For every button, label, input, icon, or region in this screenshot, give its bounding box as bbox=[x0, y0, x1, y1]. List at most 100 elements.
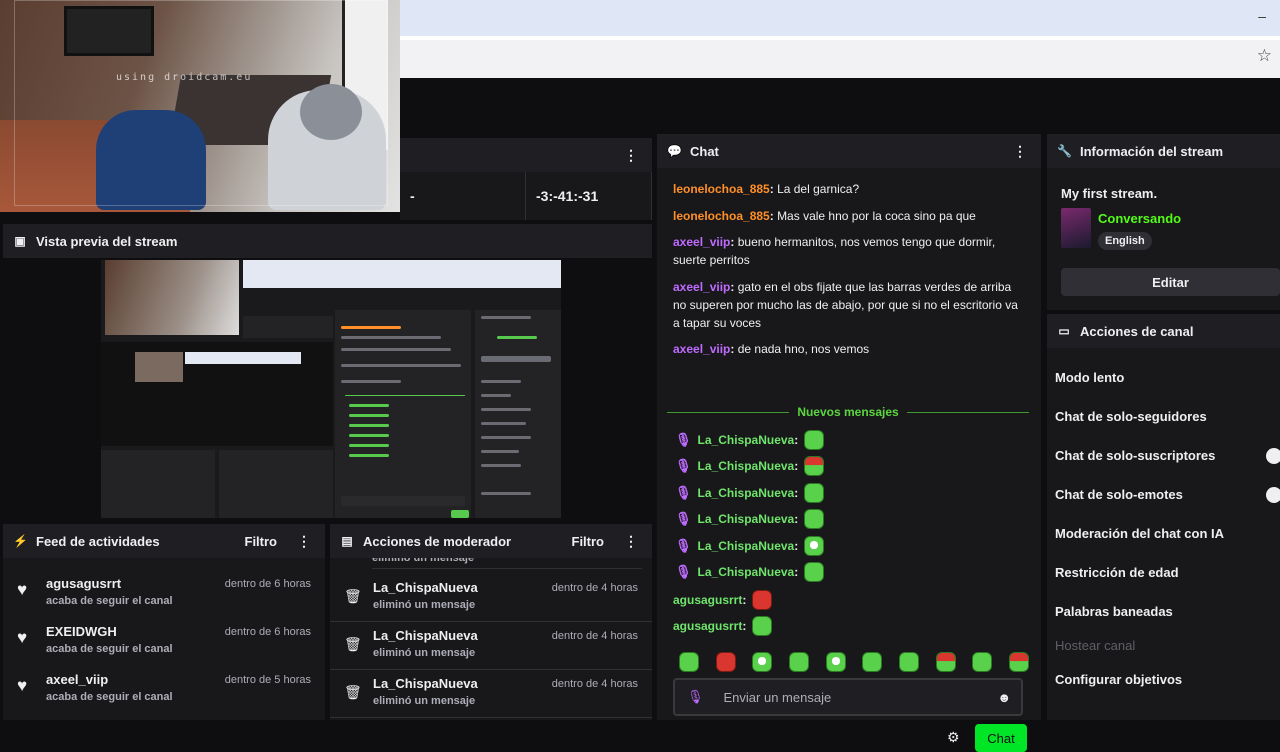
activity-feed-panel: ⚡ Feed de actividades Filtro ⋮ ♥ agusagu… bbox=[3, 524, 325, 720]
action-banned-words[interactable]: Palabras baneadas bbox=[1055, 604, 1280, 619]
preview-video[interactable] bbox=[101, 260, 561, 518]
browser-address-bar[interactable] bbox=[400, 36, 1280, 78]
list-item[interactable]: 🗑 La_ChispaNueva eliminó un mensaje dent… bbox=[330, 670, 652, 718]
emote-icon[interactable] bbox=[935, 652, 956, 672]
emotes-only-toggle[interactable] bbox=[1266, 487, 1280, 503]
chat-username[interactable]: La_ChispaNueva bbox=[698, 433, 795, 447]
chat-message: agusagusrrt: bbox=[673, 616, 773, 636]
actions-body: Modo lento Chat de solo-seguidores Chat … bbox=[1047, 348, 1280, 720]
feed-header: ⚡ Feed de actividades Filtro ⋮ bbox=[3, 524, 325, 558]
list-item[interactable]: ♥ EXEIDWGH acaba de seguir el canal dent… bbox=[3, 618, 325, 666]
gear-icon[interactable]: ⚙ bbox=[947, 729, 960, 746]
chat-username[interactable]: axeel_viip bbox=[673, 280, 730, 294]
emote-icon[interactable] bbox=[1008, 652, 1029, 672]
new-messages-divider[interactable]: Nuevos mensajes bbox=[667, 404, 1030, 420]
info-title: Información del stream bbox=[1080, 143, 1224, 159]
mic-badge-icon: 🎙 bbox=[675, 564, 692, 579]
emote-icon[interactable] bbox=[788, 652, 809, 672]
bookmark-star-icon[interactable]: ☆ bbox=[1257, 46, 1272, 66]
edit-button[interactable]: Editar bbox=[1061, 268, 1280, 296]
chat-message: 🎙 La_ChispaNueva: bbox=[675, 456, 825, 476]
chat-message: axeel_viip: de nada hno, nos vemos bbox=[673, 342, 870, 356]
mod-filter-button[interactable]: Filtro bbox=[572, 534, 605, 549]
action-slow-mode[interactable]: Modo lento bbox=[1055, 370, 1280, 385]
mod-header: ▤ Acciones de moderador Filtro ⋮ bbox=[330, 524, 652, 558]
emote-icon[interactable] bbox=[825, 652, 846, 672]
document-icon: ▤ bbox=[341, 534, 353, 548]
mod-time: dentro de 4 horas bbox=[551, 582, 638, 594]
emote-picker-row bbox=[673, 652, 1029, 672]
chat-username[interactable]: La_ChispaNueva bbox=[698, 512, 795, 526]
action-set-goals[interactable]: Configurar objetivos bbox=[1055, 672, 1280, 687]
feed-filter-button[interactable]: Filtro bbox=[245, 534, 278, 549]
emote-icon[interactable] bbox=[752, 652, 773, 672]
action-subscribers-only[interactable]: Chat de solo-suscriptores bbox=[1055, 448, 1280, 463]
chat-text: Mas vale hno por la coca sino pa que bbox=[777, 209, 976, 223]
chat-message: 🎙 La_ChispaNueva: bbox=[675, 483, 825, 503]
list-item[interactable]: 🗑 La_ChispaNueva eliminó un mensaje dent… bbox=[330, 574, 652, 622]
emote-icon bbox=[804, 456, 825, 476]
action-emotes-only[interactable]: Chat de solo-emotes bbox=[1055, 487, 1280, 502]
chat-username[interactable]: La_ChispaNueva bbox=[698, 459, 795, 473]
emote-icon bbox=[752, 590, 773, 610]
moderator-actions-panel: ▤ Acciones de moderador Filtro ⋮ eliminó… bbox=[330, 524, 652, 720]
heart-icon: ♥ bbox=[17, 676, 28, 695]
emote-icon[interactable] bbox=[972, 652, 993, 672]
chat-username[interactable]: axeel_viip bbox=[673, 235, 730, 249]
stats-header: ⋮ bbox=[400, 138, 652, 172]
chat-username[interactable]: La_ChispaNueva bbox=[698, 539, 795, 553]
language-tag[interactable]: English bbox=[1098, 232, 1152, 250]
chat-message: leonelochoa_885: Mas vale hno por la coc… bbox=[673, 209, 976, 223]
emote-icon[interactable] bbox=[679, 652, 699, 672]
minimize-icon[interactable]: – bbox=[1258, 8, 1266, 24]
kebab-menu-icon[interactable]: ⋮ bbox=[620, 533, 642, 550]
feed-title: Feed de actividades bbox=[36, 533, 160, 549]
chat-username[interactable]: La_ChispaNueva bbox=[698, 486, 795, 500]
bolt-icon: ⚡ bbox=[13, 534, 28, 548]
emote-icon[interactable] bbox=[898, 652, 919, 672]
heart-icon: ♥ bbox=[17, 628, 28, 647]
action-ai-moderation[interactable]: Moderación del chat con IA bbox=[1055, 526, 1280, 541]
chat-username[interactable]: leonelochoa_885 bbox=[673, 209, 770, 223]
action-followers-only[interactable]: Chat de solo-seguidores bbox=[1055, 409, 1280, 424]
action-age-restriction[interactable]: Restricción de edad bbox=[1055, 565, 1280, 580]
channel-actions-panel: ▭ Acciones de canal Modo lento Chat de s… bbox=[1047, 314, 1280, 720]
list-item[interactable]: ♥ axeel_viip acaba de seguir el canal de… bbox=[3, 666, 325, 714]
send-chat-button[interactable]: Chat bbox=[975, 724, 1027, 752]
feed-time: dentro de 6 horas bbox=[224, 578, 311, 590]
chat-username[interactable]: leonelochoa_885 bbox=[673, 182, 770, 196]
stream-stats: ⋮ - -3:-41:-31 bbox=[400, 138, 652, 220]
mod-time: dentro de 4 horas bbox=[551, 678, 638, 690]
chat-username[interactable]: agusagusrrt bbox=[673, 593, 742, 607]
actions-title: Acciones de canal bbox=[1080, 323, 1194, 339]
chat-username[interactable]: axeel_viip bbox=[673, 342, 730, 356]
chat-panel: 💬 Chat ⋮ leonelochoa_885: La del garnica… bbox=[657, 134, 1041, 752]
chat-bubble-icon: 💬 bbox=[667, 144, 682, 158]
wrench-icon: 🔧 bbox=[1057, 144, 1072, 158]
emote-icon[interactable] bbox=[862, 652, 883, 672]
emote-icon bbox=[804, 483, 825, 503]
chat-message: axeel_viip: bueno hermanitos, nos vemos … bbox=[673, 235, 996, 267]
stream-category[interactable]: Conversando bbox=[1098, 211, 1181, 226]
mic-icon[interactable]: 🎙 bbox=[687, 689, 704, 705]
info-header: 🔧 Información del stream bbox=[1047, 134, 1280, 168]
list-item[interactable]: ♥ agusagusrrt acaba de seguir el canal d… bbox=[3, 570, 325, 618]
emote-icon bbox=[804, 536, 825, 556]
stream-preview-panel: ▣ Vista previa del stream bbox=[3, 224, 652, 520]
card-icon: ▭ bbox=[1058, 324, 1070, 338]
subscribers-only-toggle[interactable] bbox=[1266, 448, 1280, 464]
feed-list: ♥ agusagusrrt acaba de seguir el canal d… bbox=[3, 558, 325, 714]
kebab-menu-icon[interactable]: ⋮ bbox=[1009, 143, 1031, 160]
chat-input[interactable]: 🎙 Enviar un mensaje ☻ bbox=[673, 678, 1023, 716]
chat-username[interactable]: La_ChispaNueva bbox=[698, 565, 795, 579]
chat-username[interactable]: agusagusrrt bbox=[673, 619, 742, 633]
emote-icon bbox=[752, 616, 773, 636]
stream-timer: -3:-41:-31 bbox=[526, 172, 652, 220]
emoji-icon[interactable]: ☻ bbox=[997, 690, 1011, 705]
kebab-menu-icon[interactable]: ⋮ bbox=[620, 147, 642, 164]
emote-icon[interactable] bbox=[715, 652, 736, 672]
heart-icon: ♥ bbox=[17, 580, 28, 599]
kebab-menu-icon[interactable]: ⋮ bbox=[293, 533, 315, 550]
dashboard-top-area bbox=[400, 78, 1280, 134]
list-item[interactable]: 🗑 La_ChispaNueva eliminó un mensaje dent… bbox=[330, 622, 652, 670]
